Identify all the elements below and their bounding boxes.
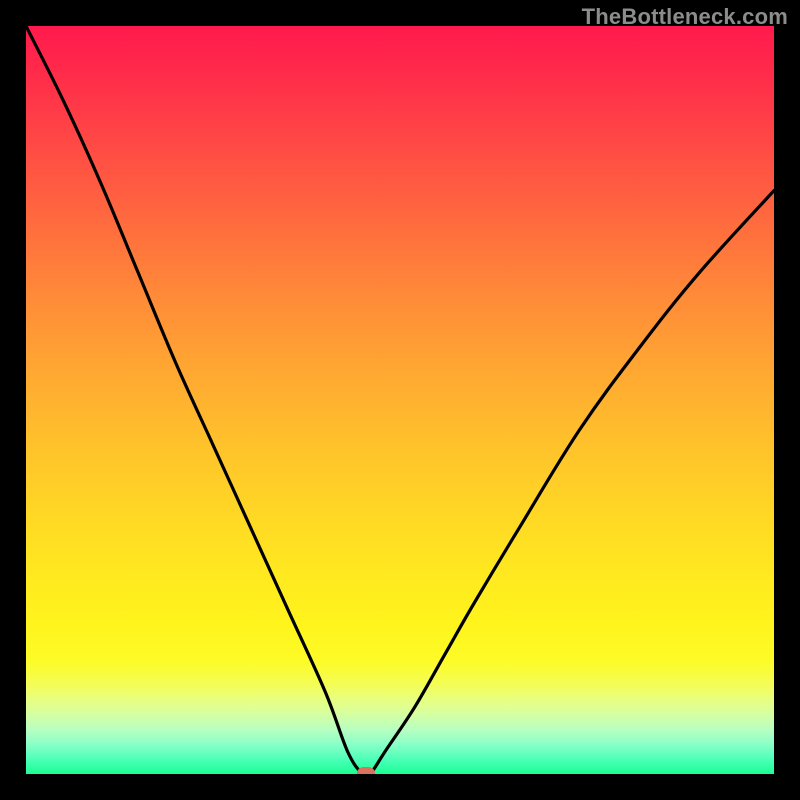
bottleneck-vertex-marker [357, 767, 375, 774]
plot-area [26, 26, 774, 774]
watermark-text: TheBottleneck.com [582, 4, 788, 30]
bottleneck-curve [26, 26, 774, 774]
chart-frame: TheBottleneck.com [0, 0, 800, 800]
curve-layer [26, 26, 774, 774]
